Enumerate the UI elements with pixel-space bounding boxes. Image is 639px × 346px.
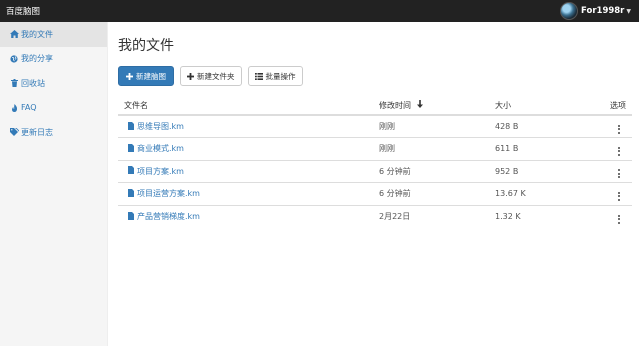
sidebar: 我的文件 我的分享 回收站 FAQ 更新日志 [0,22,108,346]
sidebar-item-label: 回收站 [21,78,45,88]
size-cell: 428 B [495,114,585,138]
new-folder-label: 新建文件夹 [197,71,235,81]
file-name-link[interactable]: 产品营销梯度.km [137,211,200,222]
file-icon [128,143,134,154]
header-filename[interactable]: 文件名 [118,97,379,116]
avatar [560,2,579,20]
modified-cell: 6 分钟前 [379,159,495,183]
file-name-link[interactable]: 商业模式.km [137,143,184,154]
trash-icon [9,79,19,88]
modified-cell: 2月22日 [379,204,495,228]
table-row[interactable]: 思维导图.km 刚刚 428 B [118,114,632,138]
new-folder-button[interactable]: 新建文件夹 [180,66,242,86]
plus-icon [187,72,194,80]
file-name-link[interactable]: 项目方案.km [137,166,184,177]
sidebar-item-label: 我的分享 [21,54,53,64]
modified-cell: 6 分钟前 [379,182,495,205]
file-name-link[interactable]: 项目运营方案.km [137,188,200,199]
list-icon [254,72,263,80]
header-options: 选项 [585,97,632,116]
globe-icon [9,55,19,63]
file-icon [128,188,134,199]
page-title: 我的文件 [118,38,174,54]
modified-cell: 刚刚 [379,137,495,160]
header-size[interactable]: 大小 [495,97,585,116]
sidebar-item-label: 我的文件 [21,29,53,39]
size-cell: 1.32 K [495,204,585,228]
file-icon [128,166,134,176]
size-cell: 611 B [495,137,585,160]
sort-down-arrow-icon [416,100,423,110]
file-name-link[interactable]: 思维导图.km [137,121,184,132]
plus-icon [126,72,133,80]
batch-operation-label: 批量操作 [265,71,296,81]
sidebar-item-faq[interactable]: FAQ [0,96,107,121]
username: For1998r [581,6,625,16]
size-cell: 952 B [495,159,585,183]
new-mindmap-label: 新建脑图 [136,71,166,81]
sidebar-item-label: 更新日志 [21,127,53,137]
user-menu[interactable]: For1998r ▼ [560,2,631,20]
brand-title[interactable]: 百度脑图 [6,5,40,17]
sidebar-item-my-files[interactable]: 我的文件 [0,22,107,47]
top-navbar: 百度脑图 For1998r ▼ [0,0,639,22]
header-modified[interactable]: 修改时间 [379,97,495,116]
more-options-icon[interactable] [618,169,620,179]
size-cell: 13.67 K [495,182,585,205]
caret-down-icon: ▼ [626,7,631,15]
toolbar: 新建脑图 新建文件夹 批量操作 [118,66,632,86]
more-options-icon[interactable] [618,146,620,156]
batch-operation-button[interactable]: 批量操作 [247,66,303,86]
file-icon [128,121,134,132]
table-row[interactable]: 产品营销梯度.km 2月22日 1.32 K [118,204,632,228]
more-options-icon[interactable] [618,191,620,201]
file-table: 文件名 修改时间 大小 选项 思维导图.km 刚刚 428 B 商业模式.km … [118,97,632,228]
modified-cell: 刚刚 [379,114,495,138]
main-content: 我的文件 新建脑图 新建文件夹 批量操作 文件名 修改时间 大小 选项 思维导图… [118,22,632,228]
file-icon [128,211,134,222]
fire-icon [9,103,19,112]
home-icon [9,30,19,39]
table-row[interactable]: 商业模式.km 刚刚 611 B [118,137,632,160]
more-options-icon[interactable] [618,214,620,224]
table-row[interactable]: 项目运营方案.km 6 分钟前 13.67 K [118,182,632,205]
sidebar-item-recycle-bin[interactable]: 回收站 [0,71,107,96]
sidebar-item-changelog[interactable]: 更新日志 [0,120,107,145]
sidebar-item-label: FAQ [21,103,37,113]
sidebar-item-my-shares[interactable]: 我的分享 [0,47,107,72]
table-header-row: 文件名 修改时间 大小 选项 [118,97,632,116]
tags-icon [9,128,19,137]
new-mindmap-button[interactable]: 新建脑图 [118,66,174,86]
table-row[interactable]: 项目方案.km 6 分钟前 952 B [118,159,632,183]
more-options-icon[interactable] [618,124,620,134]
